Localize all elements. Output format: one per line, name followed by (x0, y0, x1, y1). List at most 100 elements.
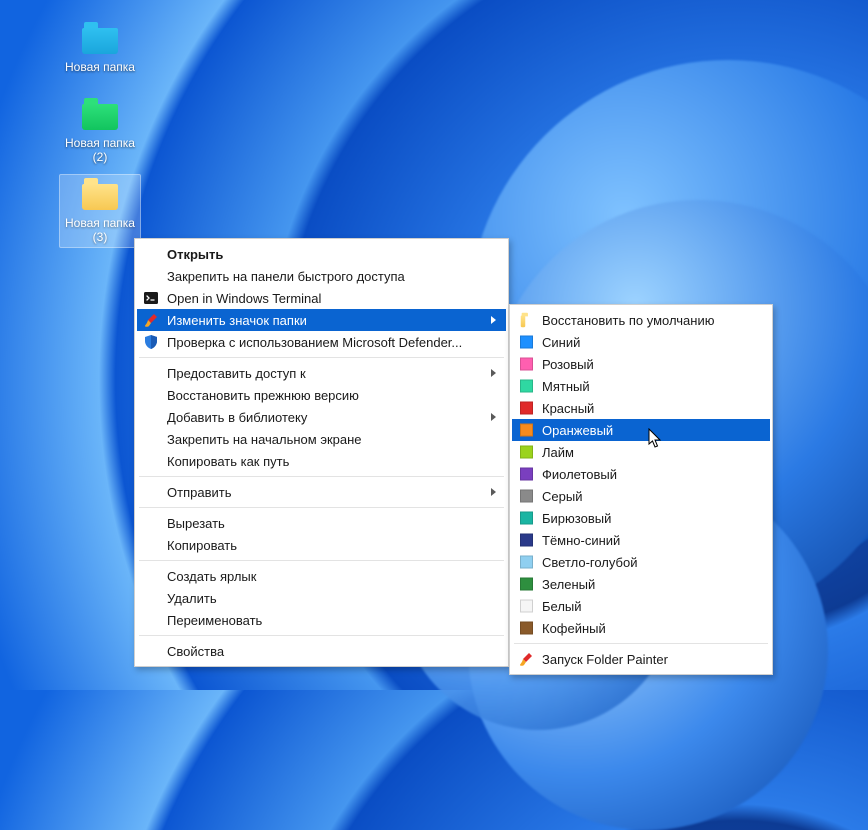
context-submenu-folder-color: Восстановить по умолчанию Синий Розовый Мят… (509, 304, 773, 675)
desktop-folder-icon[interactable]: Новая папка (2) (62, 98, 138, 164)
menu-item-color[interactable]: Белый (512, 595, 770, 617)
menu-item-color[interactable]: Лайм (512, 441, 770, 463)
menu-item-label: Свойства (167, 644, 224, 659)
menu-separator (514, 643, 768, 644)
menu-separator (139, 560, 504, 561)
menu-item-label: Восстановить по умолчанию (542, 313, 714, 328)
menu-item-color[interactable]: Розовый (512, 353, 770, 375)
menu-item-label: Копировать (167, 538, 237, 553)
menu-item-color[interactable]: Серый (512, 485, 770, 507)
desktop-folder-icon[interactable]: Новая папка (62, 22, 138, 74)
folder-icon (80, 22, 120, 54)
menu-item-label: Отправить (167, 485, 231, 500)
menu-item-label: Удалить (167, 591, 217, 606)
menu-item-color[interactable]: Фиолетовый (512, 463, 770, 485)
menu-item-label: Кофейный (542, 621, 606, 636)
menu-separator (139, 635, 504, 636)
menu-item[interactable]: Проверка с использованием Microsoft Defe… (137, 331, 506, 353)
menu-item[interactable]: Открыть (137, 243, 506, 265)
menu-item-color[interactable]: Бирюзовый (512, 507, 770, 529)
menu-item-label: Светло-голубой (542, 555, 637, 570)
menu-item[interactable]: Переименовать (137, 609, 506, 631)
menu-item-label: Синий (542, 335, 580, 350)
submenu-arrow-icon (491, 413, 496, 421)
menu-item-color[interactable]: Мятный (512, 375, 770, 397)
menu-item-label: Закрепить на начальном экране (167, 432, 362, 447)
menu-item-label: Проверка с использованием Microsoft Defe… (167, 335, 462, 350)
menu-item-label: Создать ярлык (167, 569, 256, 584)
menu-item-label: Бирюзовый (542, 511, 611, 526)
color-swatch-icon (520, 336, 533, 349)
menu-item-label: Фиолетовый (542, 467, 617, 482)
menu-item-color[interactable]: Кофейный (512, 617, 770, 639)
menu-item[interactable]: Свойства (137, 640, 506, 662)
folder-icon (80, 98, 120, 130)
folder-icon (518, 312, 534, 328)
menu-item-label: Белый (542, 599, 582, 614)
menu-item-label: Open in Windows Terminal (167, 291, 321, 306)
desktop-folder-icon[interactable]: Новая папка (3) (62, 178, 138, 244)
color-swatch-icon (520, 534, 533, 547)
menu-item[interactable]: Закрепить на начальном экране (137, 428, 506, 450)
menu-item[interactable]: Добавить в библиотеку (137, 406, 506, 428)
menu-item-restore-default[interactable]: Восстановить по умолчанию (512, 309, 770, 331)
menu-item[interactable]: Закрепить на панели быстрого доступа (137, 265, 506, 287)
menu-item-label: Тёмно-синий (542, 533, 620, 548)
menu-item-label: Серый (542, 489, 582, 504)
menu-separator (139, 507, 504, 508)
menu-item-color[interactable]: Зеленый (512, 573, 770, 595)
menu-item-color[interactable]: Красный (512, 397, 770, 419)
submenu-arrow-icon (491, 316, 496, 324)
color-swatch-icon (520, 556, 533, 569)
menu-item[interactable]: Восстановить прежнюю версию (137, 384, 506, 406)
menu-item[interactable]: Вырезать (137, 512, 506, 534)
menu-item-color[interactable]: Синий (512, 331, 770, 353)
color-swatch-icon (520, 600, 533, 613)
color-swatch-icon (520, 468, 533, 481)
paintbrush-icon (518, 651, 534, 667)
menu-item[interactable]: Отправить (137, 481, 506, 503)
menu-item-color[interactable]: Светло-голубой (512, 551, 770, 573)
menu-item[interactable]: Изменить значок папки (137, 309, 506, 331)
menu-item[interactable]: Создать ярлык (137, 565, 506, 587)
menu-item-label: Розовый (542, 357, 594, 372)
menu-item[interactable]: Копировать как путь (137, 450, 506, 472)
menu-item-color[interactable]: Оранжевый (512, 419, 770, 441)
menu-item-color[interactable]: Тёмно-синий (512, 529, 770, 551)
submenu-arrow-icon (491, 488, 496, 496)
color-swatch-icon (520, 490, 533, 503)
menu-item[interactable]: Удалить (137, 587, 506, 609)
menu-item-label: Мятный (542, 379, 590, 394)
menu-item[interactable]: Копировать (137, 534, 506, 556)
menu-item-label: Красный (542, 401, 594, 416)
menu-separator (139, 476, 504, 477)
menu-item[interactable]: Open in Windows Terminal (137, 287, 506, 309)
color-swatch-icon (520, 380, 533, 393)
color-swatch-icon (520, 512, 533, 525)
color-swatch-icon (520, 424, 533, 437)
menu-item-label: Закрепить на панели быстрого доступа (167, 269, 405, 284)
color-swatch-icon (520, 402, 533, 415)
menu-item-label: Вырезать (167, 516, 225, 531)
color-swatch-icon (520, 622, 533, 635)
context-menu: Открыть Закрепить на панели быстрого дост… (134, 238, 509, 667)
menu-item-launch-folder-painter[interactable]: Запуск Folder Painter (512, 648, 770, 670)
menu-item-label: Восстановить прежнюю версию (167, 388, 359, 403)
menu-item-label: Предоставить доступ к (167, 366, 306, 381)
desktop-icon-label: Новая папка (2) (62, 136, 138, 164)
folder-icon (80, 178, 120, 210)
shield-icon (143, 334, 159, 350)
menu-item-label: Зеленый (542, 577, 595, 592)
desktop-icon-label: Новая папка (65, 60, 135, 74)
color-swatch-icon (520, 358, 533, 371)
cursor-icon (648, 428, 664, 450)
menu-item-label: Добавить в библиотеку (167, 410, 307, 425)
paintbrush-icon (143, 312, 159, 328)
terminal-icon (143, 290, 159, 306)
menu-item-label: Лайм (542, 445, 574, 460)
menu-item[interactable]: Предоставить доступ к (137, 362, 506, 384)
menu-item-label: Переименовать (167, 613, 262, 628)
menu-item-label: Запуск Folder Painter (542, 652, 668, 667)
menu-item-label: Оранжевый (542, 423, 613, 438)
submenu-arrow-icon (491, 369, 496, 377)
